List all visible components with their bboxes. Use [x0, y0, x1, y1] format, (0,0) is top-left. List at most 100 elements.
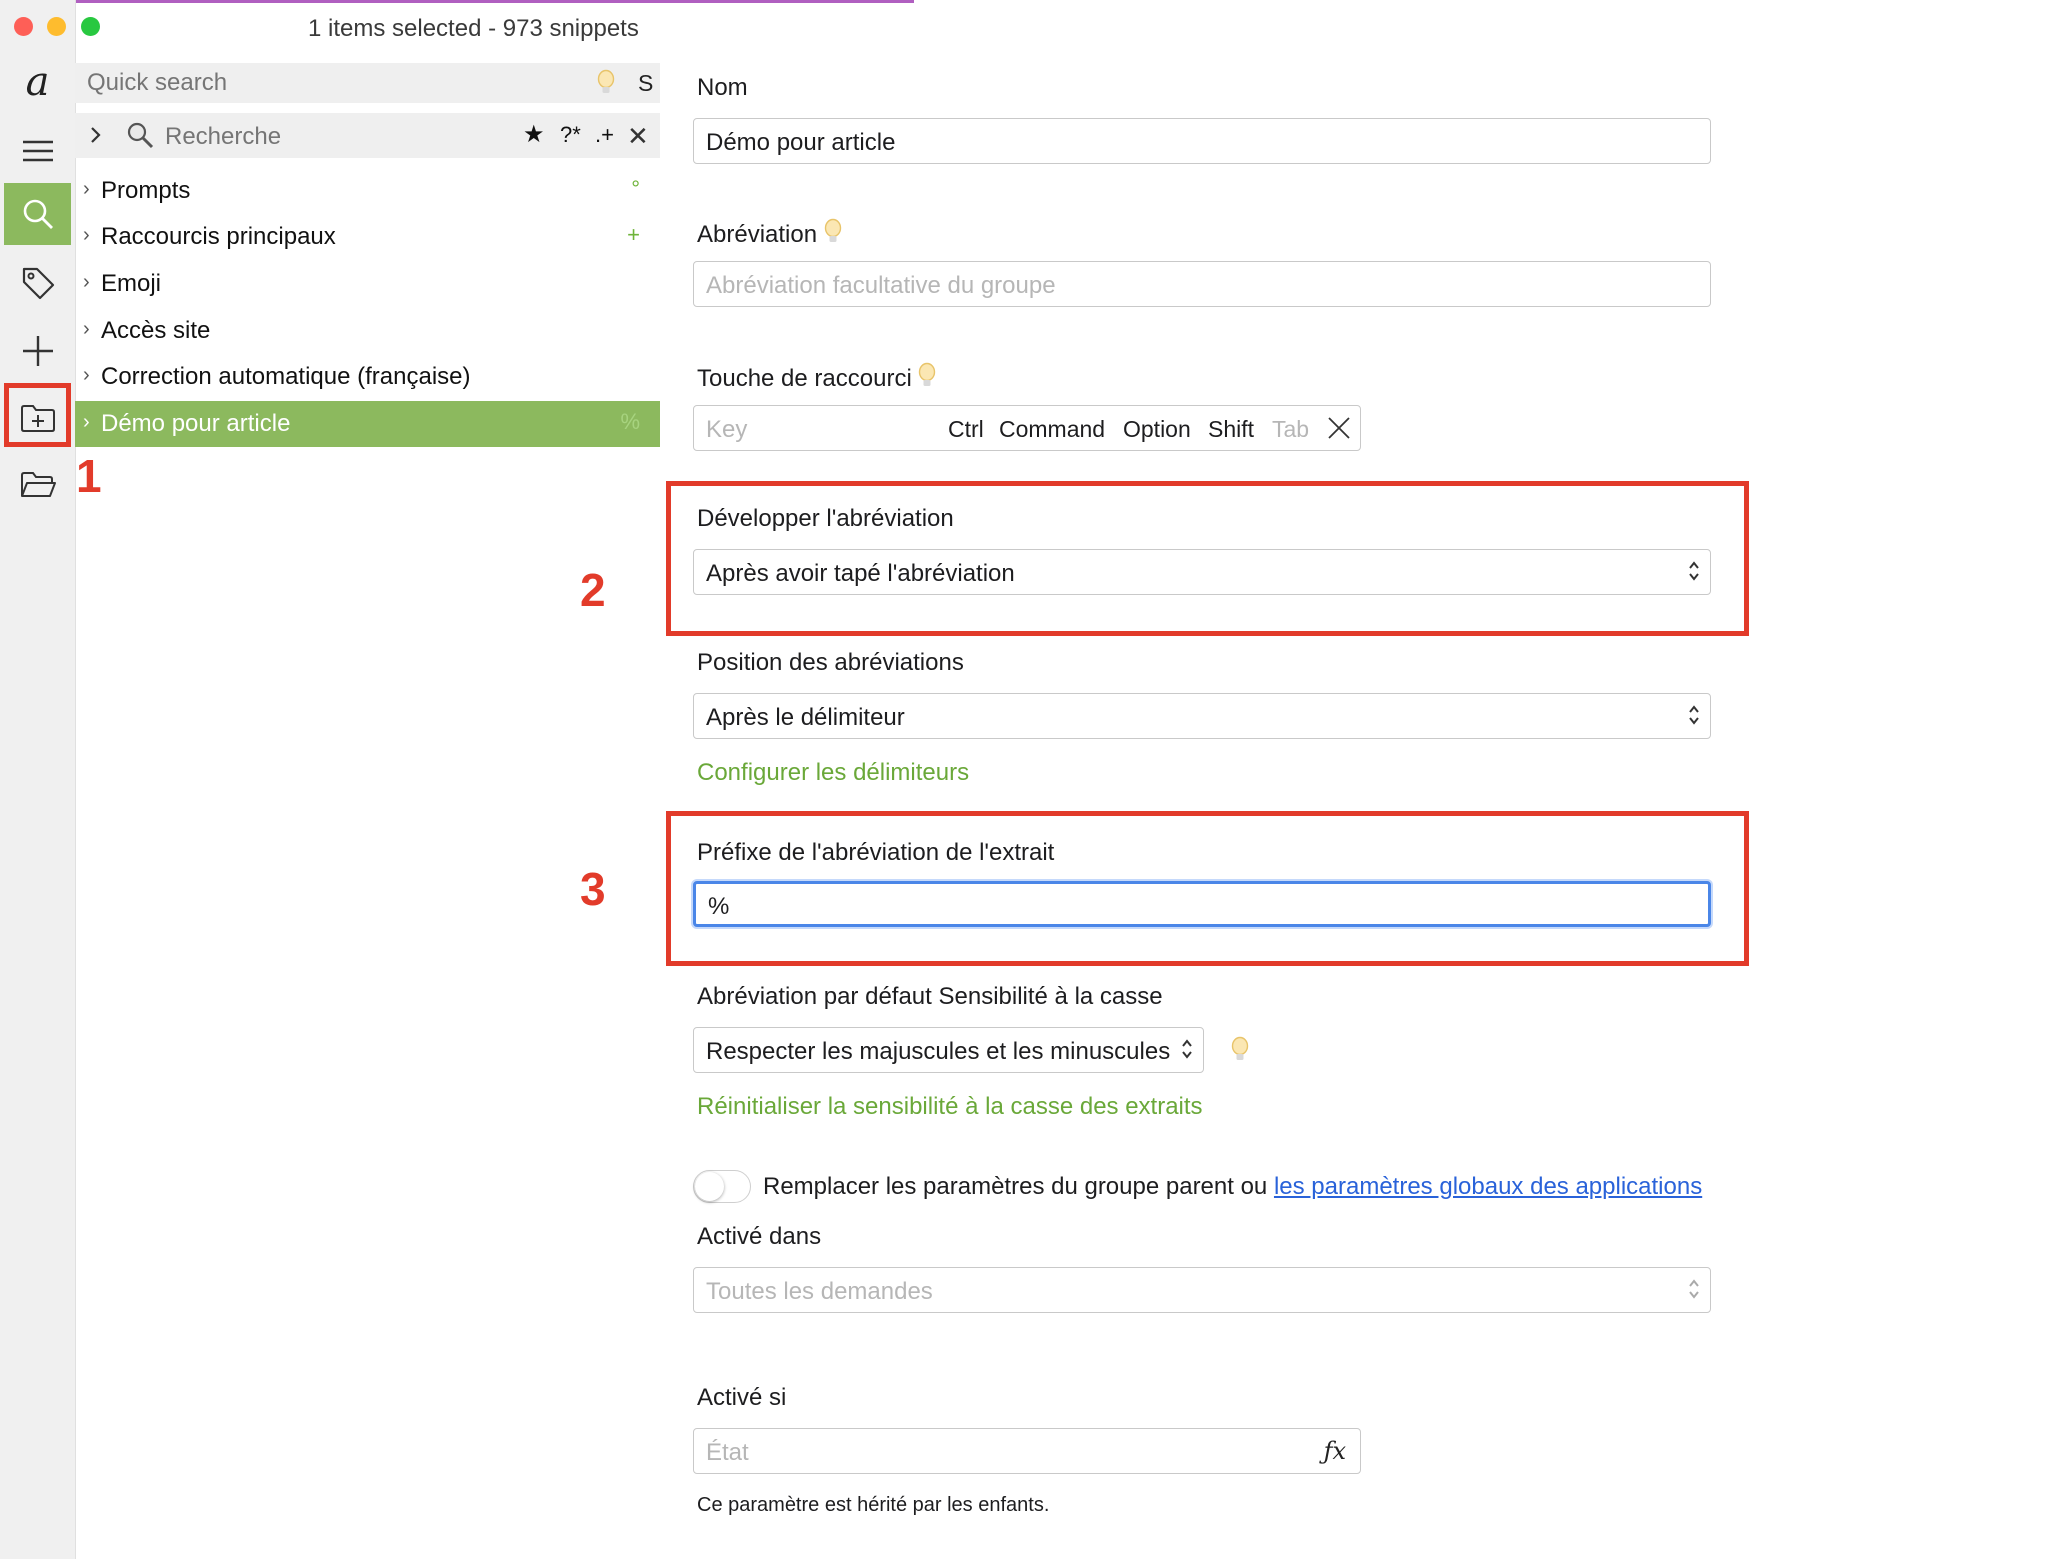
case-sensitivity-value: Respecter les majuscules et les minuscul… — [706, 1038, 1171, 1065]
override-parent-toggle[interactable] — [693, 1170, 751, 1203]
name-label: Nom — [697, 74, 748, 101]
position-label: Position des abréviations — [697, 649, 964, 676]
search-bar: ★ ?* .+ ✕ — [75, 113, 660, 158]
name-value: Démo pour article — [706, 129, 896, 156]
updown-chevron-icon — [1182, 1039, 1192, 1059]
chevron-right-icon[interactable]: › — [83, 411, 90, 434]
position-value: Après le délimiteur — [706, 704, 905, 731]
zoom-window-button[interactable] — [81, 17, 100, 36]
tab-modifier-toggle[interactable]: Tab — [1272, 416, 1309, 443]
list-item-badge: % — [620, 409, 640, 434]
condition-placeholder: État — [706, 1439, 749, 1466]
plus-icon[interactable] — [4, 320, 71, 382]
shortcut-key-placeholder: Key — [706, 416, 748, 443]
quick-search-shortcut: S — [638, 70, 654, 96]
list-item[interactable]: › Accès site — [75, 308, 660, 354]
chevron-right-icon[interactable]: › — [83, 271, 90, 294]
expand-abbreviation-value: Après avoir tapé l'abréviation — [706, 560, 1015, 587]
menu-icon[interactable] — [4, 120, 71, 182]
enabled-in-label: Activé dans — [697, 1223, 822, 1250]
chevron-right-icon[interactable]: › — [83, 318, 90, 341]
list-item-selected[interactable]: › Démo pour article % — [75, 401, 660, 447]
minimize-window-button[interactable] — [47, 17, 66, 36]
shift-modifier-toggle[interactable]: Shift — [1208, 416, 1254, 443]
reset-case-sensitivity-link[interactable]: Réinitialiser la sensibilité à la casse … — [697, 1093, 1203, 1121]
list-item-label: Correction automatique (française) — [101, 363, 471, 390]
lightbulb-icon[interactable] — [1231, 1036, 1249, 1069]
position-select[interactable]: Après le délimiteur — [693, 693, 1711, 739]
folder-open-icon[interactable] — [4, 454, 71, 516]
prefix-label: Préfixe de l'abréviation de l'extrait — [697, 839, 1055, 866]
enabled-in-select[interactable]: Toutes les demandes — [693, 1267, 1711, 1313]
override-description: Remplacer les paramètres du groupe paren… — [763, 1173, 1268, 1200]
prefix-input[interactable]: % — [693, 881, 1711, 927]
updown-chevron-icon — [1689, 1279, 1699, 1299]
updown-chevron-icon — [1689, 561, 1699, 581]
option-modifier-toggle[interactable]: Option — [1123, 416, 1191, 443]
global-app-settings-link[interactable]: les paramètres globaux des applications — [1274, 1173, 1702, 1200]
formula-button[interactable]: ƒx — [1324, 1437, 1346, 1465]
wildcard-filter-button[interactable]: ?* — [560, 122, 581, 148]
ctrl-modifier-toggle[interactable]: Ctrl — [948, 416, 984, 443]
app-logo-icon: a — [4, 51, 71, 113]
prefix-value: % — [708, 893, 730, 920]
list-item-label: Raccourcis principaux — [101, 223, 336, 250]
window-top-accent-line — [0, 0, 914, 3]
window-title: 1 items selected - 973 snippets — [308, 15, 639, 42]
list-item-badge: ° — [631, 176, 640, 201]
list-item-badge: + — [627, 222, 640, 247]
close-window-button[interactable] — [14, 17, 33, 36]
list-item[interactable]: › Emoji — [75, 261, 660, 307]
tag-icon[interactable] — [4, 252, 71, 314]
lightbulb-icon[interactable] — [824, 218, 842, 253]
condition-field[interactable]: État ƒx — [693, 1428, 1361, 1474]
chevron-right-icon[interactable]: › — [83, 224, 90, 247]
case-sensitivity-select[interactable]: Respecter les majuscules et les minuscul… — [693, 1027, 1204, 1073]
chevron-right-icon[interactable]: › — [83, 178, 90, 201]
search-input[interactable] — [165, 123, 465, 151]
clear-shortcut-icon[interactable] — [1327, 416, 1351, 445]
list-item-label: Emoji — [101, 270, 162, 297]
annotation-number-3: 3 — [580, 863, 606, 915]
shortcut-field[interactable]: Key Ctrl Command Option Shift Tab — [693, 405, 1361, 451]
abbreviation-placeholder: Abréviation facultative du groupe — [706, 272, 1056, 299]
annotation-number-1: 1 — [76, 450, 102, 502]
updown-chevron-icon — [1689, 705, 1699, 725]
name-field[interactable]: Démo pour article — [693, 118, 1711, 164]
list-item-label: Démo pour article — [101, 410, 291, 437]
chevron-right-icon[interactable] — [89, 123, 103, 153]
expand-abbreviation-label: Développer l'abréviation — [697, 505, 954, 532]
annotation-number-2: 2 — [580, 564, 606, 616]
enabled-in-value: Toutes les demandes — [706, 1278, 933, 1305]
quick-search-bar: S — [75, 63, 660, 103]
configure-delimiters-link[interactable]: Configurer les délimiteurs — [697, 759, 969, 787]
app-logo-glyph: a — [25, 59, 50, 105]
abbreviation-label-text: Abréviation — [697, 220, 818, 248]
list-item-label: Accès site — [101, 317, 211, 344]
list-item[interactable]: › Prompts ° — [75, 168, 660, 214]
lightbulb-icon[interactable] — [597, 69, 615, 102]
clear-search-button[interactable]: ✕ — [627, 121, 649, 152]
quick-search-input[interactable] — [87, 69, 587, 97]
list-item-label: Prompts — [101, 177, 191, 204]
inherit-hint: Ce paramètre est hérité par les enfants. — [697, 1494, 1050, 1516]
enabled-if-label: Activé si — [697, 1384, 787, 1411]
abbreviation-field[interactable]: Abréviation facultative du groupe — [693, 261, 1711, 307]
shortcut-label-text: Touche de raccourci — [697, 364, 912, 392]
lightbulb-icon[interactable] — [918, 362, 936, 397]
chevron-right-icon[interactable]: › — [83, 364, 90, 387]
abbreviation-label: Abréviation — [697, 218, 842, 253]
annotation-box-1 — [4, 383, 71, 447]
left-toolbar: a — [0, 0, 76, 1559]
expand-abbreviation-select[interactable]: Après avoir tapé l'abréviation — [693, 549, 1711, 595]
override-text: Remplacer les paramètres du groupe paren… — [763, 1173, 1702, 1201]
favorites-filter-button[interactable]: ★ — [523, 120, 545, 149]
toggle-knob — [695, 1172, 724, 1201]
list-item[interactable]: › Raccourcis principaux + — [75, 214, 660, 260]
regex-filter-button[interactable]: .+ — [595, 122, 614, 148]
command-modifier-toggle[interactable]: Command — [999, 416, 1105, 443]
list-item[interactable]: › Correction automatique (française) — [75, 354, 660, 400]
search-icon[interactable] — [4, 183, 71, 245]
magnifier-icon — [125, 120, 155, 155]
case-sensitivity-label: Abréviation par défaut Sensibilité à la … — [697, 983, 1163, 1010]
